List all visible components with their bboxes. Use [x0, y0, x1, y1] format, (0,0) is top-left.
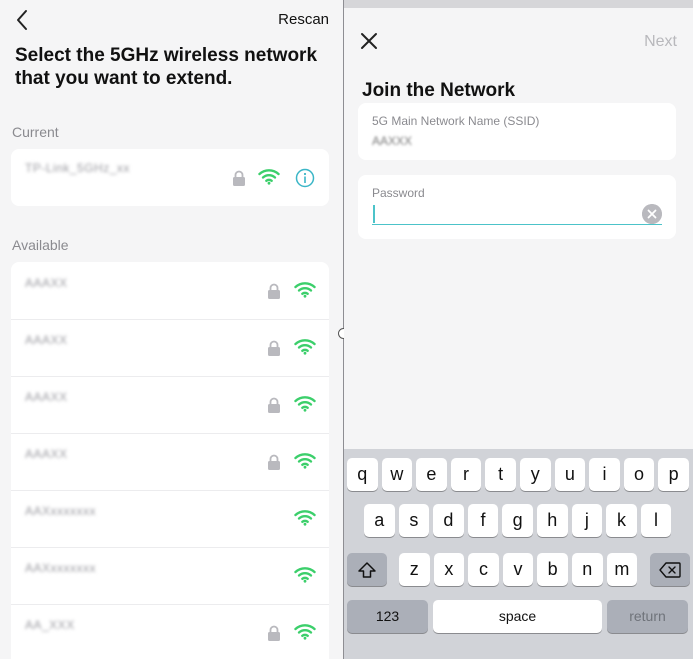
- key-q[interactable]: q: [347, 458, 378, 491]
- network-list-item[interactable]: AAAXX: [11, 433, 329, 490]
- next-button[interactable]: Next: [644, 33, 677, 51]
- key-c[interactable]: c: [468, 553, 499, 586]
- numbers-key[interactable]: 123: [347, 600, 428, 633]
- key-f[interactable]: f: [467, 504, 499, 537]
- shift-icon: [358, 562, 376, 578]
- page-title: Select the 5GHz wireless network that yo…: [15, 45, 318, 89]
- lock-icon: [233, 170, 245, 186]
- row-divider: [11, 433, 329, 434]
- network-ssid: AA_XXX: [25, 618, 75, 632]
- network-ssid: AAAXX: [25, 447, 68, 461]
- row-divider: [11, 604, 329, 605]
- network-select-panel: Rescan Select the 5GHz wireless network …: [0, 0, 343, 659]
- network-list-item[interactable]: AAXxxxxxxx: [11, 490, 329, 547]
- key-u[interactable]: u: [554, 458, 586, 491]
- text-caret: [373, 205, 375, 223]
- shift-key[interactable]: [347, 553, 387, 586]
- wifi-signal-icon: [294, 282, 316, 298]
- space-key[interactable]: space: [433, 600, 602, 633]
- network-ssid: TP-Link_5GHz_xx: [25, 161, 130, 175]
- available-network-list: AAAXX AAAXX AAAXX AAAXX AAXxxxxxxx AAXxxxxxxx…: [11, 262, 329, 659]
- key-y[interactable]: y: [520, 458, 551, 491]
- key-d[interactable]: d: [433, 504, 464, 537]
- key-n[interactable]: n: [572, 553, 603, 586]
- ssid-field-label: 5G Main Network Name (SSID): [372, 114, 540, 128]
- lock-icon: [268, 454, 280, 470]
- key-b[interactable]: b: [537, 553, 568, 586]
- clear-icon[interactable]: [642, 204, 662, 224]
- key-h[interactable]: h: [537, 504, 568, 537]
- key-g[interactable]: g: [502, 504, 533, 537]
- network-ssid: AAXxxxxxxx: [25, 504, 97, 518]
- row-divider: [11, 547, 329, 548]
- key-o[interactable]: o: [623, 458, 655, 491]
- network-ssid: AAAXX: [25, 390, 68, 404]
- row-divider: [11, 319, 329, 320]
- lock-icon: [268, 340, 280, 356]
- password-input[interactable]: [372, 203, 662, 225]
- key-z[interactable]: z: [399, 553, 430, 586]
- backspace-key[interactable]: [650, 553, 690, 586]
- available-section-label: Available: [12, 237, 69, 253]
- network-list-item[interactable]: AAAXX: [11, 262, 329, 319]
- backspace-icon: [659, 562, 681, 578]
- wifi-signal-icon: [294, 624, 316, 640]
- key-j[interactable]: j: [571, 504, 603, 537]
- network-ssid: AAAXX: [25, 276, 68, 290]
- wifi-signal-icon: [294, 567, 316, 583]
- current-section-label: Current: [12, 124, 59, 140]
- key-l[interactable]: l: [640, 504, 672, 537]
- lock-icon: [268, 397, 280, 413]
- network-list-item[interactable]: AAAXX: [11, 319, 329, 376]
- key-t[interactable]: t: [485, 458, 516, 491]
- ssid-field[interactable]: 5G Main Network Name (SSID) AAXXX: [358, 103, 676, 160]
- return-key[interactable]: return: [607, 600, 688, 633]
- key-r[interactable]: r: [450, 458, 482, 491]
- rescan-button[interactable]: Rescan: [278, 11, 329, 28]
- network-ssid: AAAXX: [25, 333, 68, 347]
- close-icon[interactable]: [360, 32, 378, 50]
- wifi-signal-icon: [294, 510, 316, 526]
- password-field-label: Password: [372, 186, 425, 200]
- wifi-signal-icon: [258, 169, 280, 185]
- key-m[interactable]: m: [606, 553, 638, 586]
- key-s[interactable]: s: [398, 504, 430, 537]
- row-divider: [11, 490, 329, 491]
- back-icon[interactable]: [12, 8, 34, 32]
- key-w[interactable]: w: [381, 458, 413, 491]
- network-list-item[interactable]: AA_XXX: [11, 604, 329, 659]
- key-v[interactable]: v: [502, 553, 534, 586]
- network-ssid: AAXxxxxxxx: [25, 561, 97, 575]
- key-x[interactable]: x: [433, 553, 465, 586]
- password-field[interactable]: Password: [358, 175, 676, 239]
- network-list-item[interactable]: AAXxxxxxxx: [11, 547, 329, 604]
- lock-icon: [268, 283, 280, 299]
- onscreen-keyboard: q w e r t y u i o p a s d f g h j k l z x c v b n m 123 space return: [344, 449, 693, 659]
- sheet-backdrop: [344, 0, 693, 8]
- info-icon[interactable]: [295, 168, 315, 188]
- key-k[interactable]: k: [606, 504, 637, 537]
- wifi-signal-icon: [294, 453, 316, 469]
- key-a[interactable]: a: [364, 504, 395, 537]
- ssid-field-value: AAXXX: [372, 134, 413, 148]
- network-list-item[interactable]: AAAXX: [11, 376, 329, 433]
- join-network-panel: Next Join the Network 5G Main Network Na…: [344, 0, 693, 659]
- wifi-signal-icon: [294, 339, 316, 355]
- wifi-signal-icon: [294, 396, 316, 412]
- row-divider: [11, 376, 329, 377]
- key-i[interactable]: i: [589, 458, 620, 491]
- sheet-title: Join the Network: [362, 80, 516, 101]
- lock-icon: [268, 625, 280, 641]
- current-network-item[interactable]: TP-Link_5GHz_xx: [11, 149, 329, 206]
- key-p[interactable]: p: [658, 458, 689, 491]
- key-e[interactable]: e: [416, 458, 447, 491]
- join-network-sheet: Next Join the Network 5G Main Network Na…: [344, 8, 693, 468]
